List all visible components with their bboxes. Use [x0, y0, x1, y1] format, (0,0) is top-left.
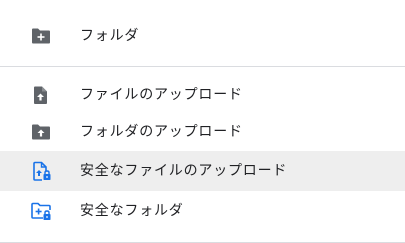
menu-item-label: 安全なファイルのアップロード — [80, 163, 288, 179]
file-upload-icon — [34, 86, 47, 104]
new-folder-icon — [32, 28, 50, 44]
menu-item-label: フォルダのアップロード — [80, 124, 243, 140]
menu-item-secure-file-upload[interactable]: 安全なファイルのアップロード — [0, 151, 405, 191]
menu-item-new-folder[interactable]: フォルダ — [0, 16, 405, 56]
menu-item-secure-folder[interactable]: 安全なフォルダ — [0, 191, 405, 231]
menu-item-folder-upload[interactable]: フォルダのアップロード — [0, 112, 405, 152]
secure-folder-icon — [31, 202, 51, 220]
secure-file-upload-icon — [33, 161, 51, 181]
menu-item-label: 安全なフォルダ — [80, 203, 184, 219]
menu-item-label: ファイルのアップロード — [80, 87, 243, 103]
new-item-menu: フォルダ ファイルのアップロード フォルダのアップロード 安全なファイルのアップ — [0, 0, 405, 243]
menu-item-file-upload[interactable]: ファイルのアップロード — [0, 75, 405, 115]
menu-item-label: フォルダ — [80, 28, 140, 44]
menu-divider — [0, 66, 405, 67]
folder-upload-icon — [32, 124, 50, 140]
